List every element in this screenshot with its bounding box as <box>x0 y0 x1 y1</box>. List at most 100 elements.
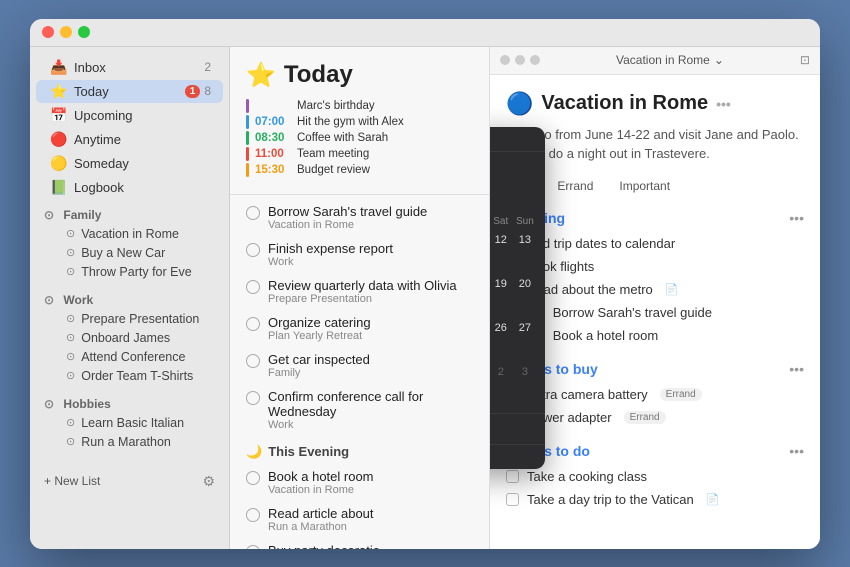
sidebar-item-someday[interactable]: 🟡 Someday <box>36 152 223 175</box>
sidebar-item-order-tshirts[interactable]: ⊙ Order Team T-Shirts <box>36 367 223 385</box>
task-review-data[interactable]: Review quarterly data with Olivia Prepar… <box>230 273 489 310</box>
task-checkbox[interactable] <box>246 508 260 522</box>
detail-tl-1 <box>500 55 510 65</box>
dropdown-add-reminder[interactable]: + + Add Reminder <box>490 444 545 469</box>
today-star-icon: ⭐ <box>246 61 276 90</box>
anytime-icon: 🔴 <box>50 131 66 148</box>
sidebar-item-today[interactable]: ⭐ Today 1 8 <box>36 80 223 103</box>
buy-task-2[interactable]: Power adapter Errand <box>506 406 804 429</box>
dropdown-someday-item[interactable]: 🟡 Someday <box>490 413 545 444</box>
sidebar-item-onboard-james[interactable]: ⊙ Onboard James <box>36 329 223 347</box>
task-book-hotel[interactable]: Book a hotel room Vacation in Rome <box>230 464 489 501</box>
cal-cell-13[interactable]: 13 <box>514 230 536 250</box>
todo-task-2[interactable]: Take a day trip to the Vatican 📄 <box>506 488 804 511</box>
detail-more-icon[interactable]: ••• <box>716 96 731 112</box>
task-buy-party[interactable]: Buy party decoratio Throw Party for Eve <box>230 538 489 549</box>
sidebar-item-inbox[interactable]: 📥 Inbox 2 <box>36 56 223 79</box>
task-checkbox[interactable] <box>246 280 260 294</box>
sidebar: 📥 Inbox 2 ⭐ Today 1 8 📅 Upcoming 🔴 Anyti… <box>30 47 230 549</box>
detail-expand-icon[interactable]: ⊡ <box>800 53 810 67</box>
task-checkbox[interactable] <box>246 391 260 405</box>
dropdown-evening-item[interactable]: 🌙 This Evening <box>490 182 545 212</box>
task-confirm-call[interactable]: Confirm conference call for Wednesday Wo… <box>230 384 489 436</box>
detail-heading: 🔵 Vacation in Rome ••• <box>506 91 804 117</box>
task-read-article[interactable]: Read article about Run a Marathon <box>230 501 489 538</box>
sidebar-item-attend-conference[interactable]: ⊙ Attend Conference <box>36 348 223 366</box>
task-checkbox[interactable] <box>246 206 260 220</box>
cal-cell-20[interactable]: 20 <box>514 274 536 294</box>
task-check[interactable] <box>506 470 519 483</box>
sidebar-item-buy-car[interactable]: ⊙ Buy a New Car <box>36 244 223 262</box>
sidebar-section-hobbies-header: ⊙ Hobbies <box>30 389 229 413</box>
task-car-inspected[interactable]: Get car inspected Family <box>230 347 489 384</box>
task-sub: Family <box>268 367 473 379</box>
sidebar-party-label: Throw Party for Eve <box>81 265 191 279</box>
chevron-down-icon[interactable]: ⌄ <box>714 53 724 67</box>
planning-task-4[interactable]: ⭐ Borrow Sarah's travel guide <box>506 301 804 324</box>
sidebar-item-throw-party[interactable]: ⊙ Throw Party for Eve <box>36 263 223 281</box>
budget-text: Budget review <box>297 164 370 176</box>
sidebar-item-vacation-rome[interactable]: ⊙ Vacation in Rome <box>36 225 223 243</box>
filter-icon[interactable]: ⚙ <box>202 473 215 490</box>
sidebar-item-anytime[interactable]: 🔴 Anytime <box>36 128 223 151</box>
buy-task-1[interactable]: Extra camera battery Errand <box>506 383 804 406</box>
filter-errand[interactable]: Errand <box>547 176 603 196</box>
dropdown-today-item[interactable]: ⭐ Today <box>490 152 545 182</box>
sidebar-item-logbook[interactable]: 📗 Logbook <box>36 176 223 199</box>
todo-menu-icon[interactable]: ••• <box>789 443 804 459</box>
task-borrow-guide[interactable]: Borrow Sarah's travel guide Vacation in … <box>230 199 489 236</box>
sidebar-logbook-label: Logbook <box>74 180 211 195</box>
sidebar-item-learn-italian[interactable]: ⊙ Learn Basic Italian <box>36 414 223 432</box>
cal-cell-19[interactable]: 19 <box>490 274 512 294</box>
task-sub: Work <box>268 256 473 268</box>
task-content: Confirm conference call for Wednesday Wo… <box>268 389 473 431</box>
today-count: 8 <box>204 84 211 98</box>
new-list-button[interactable]: + New List <box>44 474 100 488</box>
planning-menu-icon[interactable]: ••• <box>789 210 804 226</box>
cal-cell-12[interactable]: 12 <box>490 230 512 250</box>
sidebar-item-upcoming[interactable]: 📅 Upcoming <box>36 104 223 127</box>
cal-cell-26[interactable]: 26 <box>490 318 512 338</box>
birthday-accent <box>246 99 249 113</box>
budget-accent <box>246 163 249 177</box>
cal-cell-27[interactable]: 27 <box>514 318 536 338</box>
planning-task-1[interactable]: Add trip dates to calendar <box>506 232 804 255</box>
meeting-accent <box>246 147 249 161</box>
fullscreen-button[interactable] <box>78 26 90 38</box>
task-checkbox[interactable] <box>246 317 260 331</box>
tshirts-icon: ⊙ <box>66 369 75 382</box>
car-icon: ⊙ <box>66 246 75 259</box>
task-sub: Plan Yearly Retreat <box>268 330 473 342</box>
task-checkbox[interactable] <box>246 354 260 368</box>
task-content: Finish expense report Work <box>268 241 473 268</box>
cal-cell-2[interactable]: 2 <box>490 362 512 382</box>
meeting-text: Team meeting <box>297 148 369 160</box>
close-button[interactable] <box>42 26 54 38</box>
inbox-icon: 📥 <box>50 59 66 76</box>
sidebar-today-label: Today <box>74 84 185 99</box>
task-expense-report[interactable]: Finish expense report Work <box>230 236 489 273</box>
birthday-text: Marc's birthday <box>297 100 375 112</box>
someday-icon: 🟡 <box>50 155 66 172</box>
task-name: Read article about <box>268 506 473 521</box>
planning-task-5[interactable]: 🌙 Book a hotel room <box>506 324 804 347</box>
minimize-button[interactable] <box>60 26 72 38</box>
task-checkbox[interactable] <box>246 545 260 549</box>
task-name: Confirm conference call for Wednesday <box>268 389 473 419</box>
task-organize-catering[interactable]: Organize catering Plan Yearly Retreat <box>230 310 489 347</box>
filter-important[interactable]: Important <box>609 176 680 196</box>
planning-task-3[interactable]: Read about the metro 📄 <box>506 278 804 301</box>
sidebar-item-prepare-presentation[interactable]: ⊙ Prepare Presentation <box>36 310 223 328</box>
budget-time: 15:30 <box>255 164 291 176</box>
sidebar-group-family: ⊙ Family ⊙ Vacation in Rome ⊙ Buy a New … <box>30 200 229 281</box>
task-checkbox[interactable] <box>246 243 260 257</box>
detail-tl-2 <box>515 55 525 65</box>
sidebar-car-label: Buy a New Car <box>81 246 165 260</box>
task-check[interactable] <box>506 493 519 506</box>
cal-cell-3[interactable]: 3 <box>514 362 536 382</box>
buy-menu-icon[interactable]: ••• <box>789 361 804 377</box>
planning-task-2[interactable]: Book flights <box>506 255 804 278</box>
todo-task-1[interactable]: Take a cooking class <box>506 465 804 488</box>
task-checkbox[interactable] <box>246 471 260 485</box>
sidebar-item-run-marathon[interactable]: ⊙ Run a Marathon <box>36 433 223 451</box>
